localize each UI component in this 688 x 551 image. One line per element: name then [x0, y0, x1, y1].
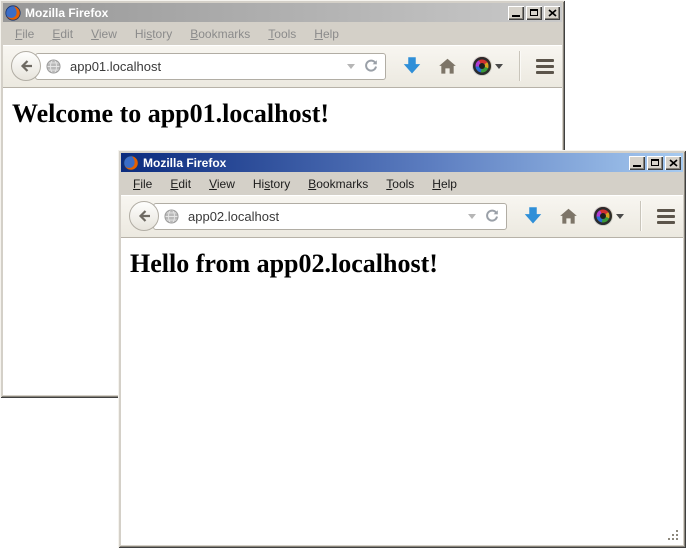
hamburger-icon: [536, 59, 554, 74]
resize-grip[interactable]: [666, 528, 680, 542]
url-input[interactable]: [68, 58, 343, 75]
minimize-icon: [512, 15, 520, 17]
url-input[interactable]: [186, 208, 464, 225]
page-heading: Welcome to app01.localhost!: [12, 99, 562, 129]
menu-history[interactable]: History: [126, 24, 181, 44]
home-button[interactable]: [559, 207, 578, 226]
color-wheel-extension-button[interactable]: [594, 207, 624, 225]
menu-tools[interactable]: Tools: [377, 174, 423, 194]
urlbar-dropdown-icon[interactable]: [347, 64, 355, 69]
page-heading: Hello from app02.localhost!: [130, 249, 683, 279]
title-bar[interactable]: Mozilla Firefox: [121, 153, 683, 172]
maximize-button[interactable]: [647, 156, 663, 170]
menu-help[interactable]: Help: [305, 24, 348, 44]
menu-history[interactable]: History: [244, 174, 299, 194]
menu-bookmarks[interactable]: Bookmarks: [181, 24, 259, 44]
menu-edit[interactable]: Edit: [161, 174, 200, 194]
color-wheel-icon: [473, 57, 491, 75]
reload-icon[interactable]: [363, 58, 379, 74]
navigation-toolbar: [121, 195, 683, 238]
title-bar[interactable]: Mozilla Firefox: [3, 3, 562, 22]
menu-tools[interactable]: Tools: [259, 24, 305, 44]
downloads-button[interactable]: [402, 56, 422, 76]
window-title: Mozilla Firefox: [143, 156, 627, 170]
color-wheel-icon: [594, 207, 612, 225]
chevron-down-icon: [495, 64, 503, 69]
close-icon: [548, 9, 557, 17]
toolbar-separator: [640, 201, 641, 231]
firefox-window-app02: Mozilla Firefox File Edit View History B…: [118, 150, 686, 548]
home-icon: [438, 57, 457, 76]
maximize-icon: [651, 159, 659, 166]
download-icon: [402, 56, 422, 76]
maximize-button[interactable]: [526, 6, 542, 20]
menu-edit[interactable]: Edit: [43, 24, 82, 44]
firefox-icon: [5, 5, 21, 21]
close-button[interactable]: [544, 6, 560, 20]
hamburger-icon: [657, 209, 675, 224]
back-button[interactable]: [129, 201, 159, 231]
url-bar[interactable]: [153, 203, 507, 230]
menu-bar: File Edit View History Bookmarks Tools H…: [121, 172, 683, 195]
minimize-icon: [633, 165, 641, 167]
minimize-button[interactable]: [629, 156, 645, 170]
menu-file[interactable]: File: [6, 24, 43, 44]
app-menu-button[interactable]: [536, 59, 554, 74]
firefox-icon: [123, 155, 139, 171]
url-bar[interactable]: [35, 53, 386, 80]
menu-bar: File Edit View History Bookmarks Tools H…: [3, 22, 562, 45]
back-icon: [18, 58, 34, 74]
menu-help[interactable]: Help: [423, 174, 466, 194]
window-title: Mozilla Firefox: [25, 6, 506, 20]
menu-view[interactable]: View: [82, 24, 126, 44]
downloads-button[interactable]: [523, 206, 543, 226]
menu-bookmarks[interactable]: Bookmarks: [299, 174, 377, 194]
desktop: Mozilla Firefox File Edit View History B…: [0, 0, 688, 551]
app-menu-button[interactable]: [657, 209, 675, 224]
toolbar-separator: [519, 51, 520, 81]
maximize-icon: [530, 9, 538, 16]
page-content-app02: Hello from app02.localhost!: [121, 238, 683, 545]
chevron-down-icon: [616, 214, 624, 219]
back-button[interactable]: [11, 51, 41, 81]
menu-file[interactable]: File: [124, 174, 161, 194]
home-icon: [559, 207, 578, 226]
globe-icon: [46, 59, 61, 74]
close-button[interactable]: [665, 156, 681, 170]
minimize-button[interactable]: [508, 6, 524, 20]
home-button[interactable]: [438, 57, 457, 76]
navigation-toolbar: [3, 45, 562, 88]
menu-view[interactable]: View: [200, 174, 244, 194]
close-icon: [669, 159, 678, 167]
download-icon: [523, 206, 543, 226]
globe-icon: [164, 209, 179, 224]
back-icon: [136, 208, 152, 224]
color-wheel-extension-button[interactable]: [473, 57, 503, 75]
urlbar-dropdown-icon[interactable]: [468, 214, 476, 219]
reload-icon[interactable]: [484, 208, 500, 224]
